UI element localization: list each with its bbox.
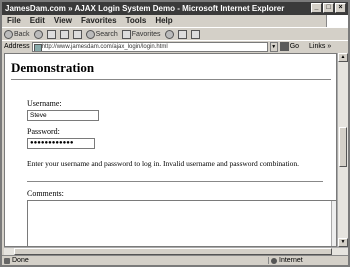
home-button[interactable]	[72, 29, 82, 39]
scroll-down-icon[interactable]: ▼	[338, 238, 348, 247]
address-dropdown-chevron-down-icon[interactable]: ▼	[269, 41, 278, 52]
password-input[interactable]: ●●●●●●●●●●●●	[27, 138, 95, 149]
go-icon	[279, 42, 289, 51]
page-title: Demonstration	[11, 60, 95, 75]
media-icon	[164, 29, 174, 39]
mail-button[interactable]	[177, 29, 187, 39]
scroll-up-icon[interactable]: ▲	[338, 53, 348, 62]
vertical-scrollbar[interactable]: ▲ ▼	[337, 53, 348, 247]
horizontal-scrollbar[interactable]	[4, 247, 348, 255]
window-controls: _ □ ×	[311, 3, 346, 13]
divider	[11, 79, 331, 80]
minimize-button[interactable]: _	[311, 3, 322, 13]
maximize-button[interactable]: □	[323, 3, 334, 13]
forward-icon	[33, 29, 43, 39]
go-button[interactable]: Go	[279, 42, 300, 51]
favorites-label: Favorites	[131, 30, 161, 38]
address-input[interactable]: http://www.jamesdam.com/ajax_login/login…	[31, 41, 268, 52]
menu-bar: File Edit View Favorites Tools Help	[2, 15, 348, 27]
favorites-icon	[121, 29, 131, 39]
search-label: Search	[95, 30, 118, 38]
address-bar: Address http://www.jamesdam.com/ajax_log…	[2, 40, 348, 52]
menu-help[interactable]: Help	[155, 15, 172, 27]
divider	[27, 181, 323, 182]
page-content: Demonstration Username: Steve Password: …	[4, 53, 337, 247]
stop-icon	[46, 29, 56, 39]
forward-button[interactable]	[33, 29, 43, 39]
links-button[interactable]: Links »	[309, 43, 331, 50]
search-button[interactable]: Search	[85, 29, 118, 39]
status-bar: Done Internet	[2, 255, 348, 265]
username-label: Username:	[27, 99, 62, 108]
menu-edit[interactable]: Edit	[30, 15, 45, 27]
mail-icon	[177, 29, 187, 39]
title-bar: JamesDam.com » AJAX Login System Demo - …	[2, 2, 348, 15]
menu-tools[interactable]: Tools	[126, 15, 147, 27]
refresh-icon	[59, 29, 69, 39]
windows-logo-icon	[326, 15, 348, 27]
back-icon	[4, 29, 13, 39]
toolbar: Back Search Favorites	[2, 27, 348, 40]
password-label: Password:	[27, 127, 60, 136]
back-label: Back	[14, 30, 30, 38]
menu-favorites[interactable]: Favorites	[81, 15, 117, 27]
print-icon	[190, 29, 200, 39]
home-icon	[72, 29, 82, 39]
menu-file[interactable]: File	[7, 15, 21, 27]
comments-textarea[interactable]	[27, 200, 336, 246]
search-icon	[85, 29, 95, 39]
username-input[interactable]: Steve	[27, 110, 99, 121]
stop-button[interactable]	[46, 29, 56, 39]
print-button[interactable]	[190, 29, 200, 39]
address-label: Address	[4, 43, 30, 50]
security-zone-label: Internet	[268, 257, 348, 264]
refresh-button[interactable]	[59, 29, 69, 39]
horizontal-scroll-thumb[interactable]	[14, 248, 332, 255]
window-title: JamesDam.com » AJAX Login System Demo - …	[5, 4, 285, 13]
browser-window: JamesDam.com » AJAX Login System Demo - …	[0, 0, 350, 267]
vertical-scroll-thumb[interactable]	[339, 127, 347, 167]
comments-label: Comments:	[27, 189, 64, 198]
media-button[interactable]	[164, 29, 174, 39]
favorites-button[interactable]: Favorites	[121, 29, 161, 39]
status-text: Done	[2, 257, 268, 264]
close-button[interactable]: ×	[335, 3, 346, 13]
go-label: Go	[289, 43, 300, 50]
back-button[interactable]: Back	[4, 29, 30, 39]
login-status-message: Enter your username and password to log …	[27, 159, 300, 168]
menu-view[interactable]: View	[54, 15, 72, 27]
